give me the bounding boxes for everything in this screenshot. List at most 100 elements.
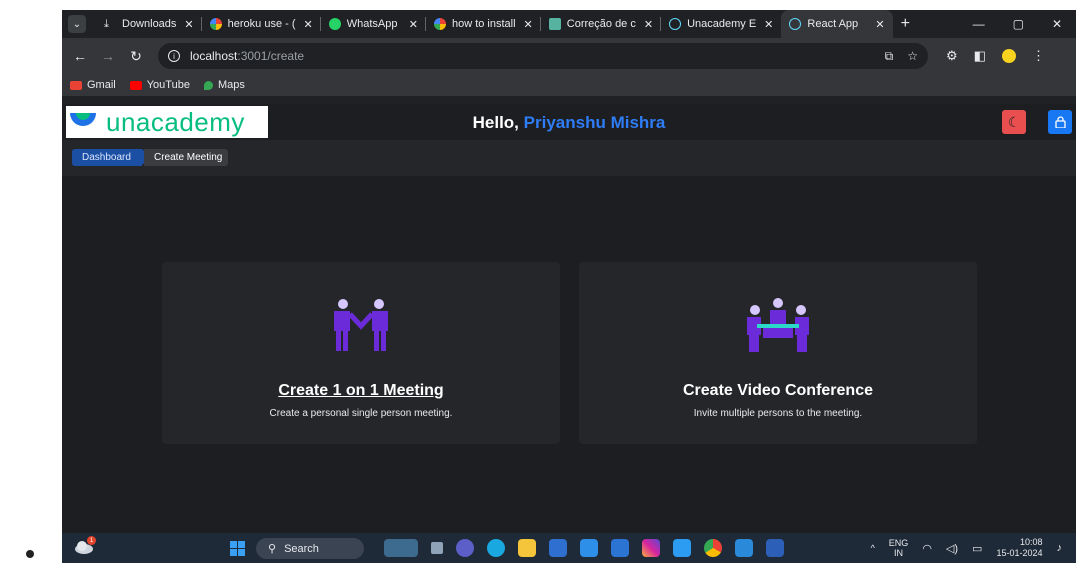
teams-meet-icon[interactable] bbox=[456, 539, 474, 557]
bookmark-gmail[interactable]: Gmail bbox=[70, 79, 116, 91]
tab-label: React App bbox=[807, 18, 859, 30]
bookmark-label: YouTube bbox=[146, 79, 190, 91]
window-controls: — ▢ ✕ bbox=[973, 17, 1076, 31]
screenshot-frame: ⌄ ⤓ Downloads ✕ heroku use - ( ✕ WhatsAp… bbox=[62, 0, 1076, 563]
install-app-icon[interactable]: ⧉ bbox=[885, 49, 894, 64]
language-indicator[interactable]: ENG IN bbox=[889, 538, 909, 558]
menu-kebab-icon[interactable]: ⋮ bbox=[1032, 48, 1045, 64]
left-background bbox=[0, 0, 62, 563]
instagram-icon[interactable] bbox=[642, 539, 660, 557]
bookmarks-bar: Gmail YouTube Maps bbox=[62, 74, 1076, 96]
tab-label: Downloads bbox=[122, 18, 177, 30]
tab-label: WhatsApp bbox=[346, 18, 398, 30]
cropped-top-area bbox=[62, 0, 1076, 10]
create-one-on-one-card[interactable]: Create 1 on 1 Meeting Create a personal … bbox=[162, 262, 560, 444]
notifications-bell-icon[interactable]: ♪ bbox=[1057, 542, 1063, 554]
url-host: localhost bbox=[190, 49, 238, 63]
mail-app-icon[interactable] bbox=[580, 539, 598, 557]
language-code: ENG bbox=[888, 538, 909, 548]
browser-tab-strip: ⌄ ⤓ Downloads ✕ heroku use - ( ✕ WhatsAp… bbox=[62, 10, 1076, 38]
site-info-icon[interactable]: i bbox=[168, 50, 180, 62]
tab-how-to-install[interactable]: how to install ✕ bbox=[426, 10, 541, 38]
theme-toggle-button[interactable]: ☾ bbox=[1002, 110, 1026, 134]
card-title[interactable]: Create Video Conference bbox=[579, 382, 977, 400]
tab-label: how to install bbox=[451, 18, 516, 30]
close-icon[interactable]: ✕ bbox=[184, 18, 193, 31]
close-icon[interactable]: ✕ bbox=[524, 18, 533, 31]
windows-taskbar: 1 ⚲ Search ^ ENG IN ◠ ◁) ▭ 10:08 15-01-2… bbox=[62, 533, 1076, 563]
task-view-icon[interactable] bbox=[431, 542, 443, 554]
tab-downloads[interactable]: ⤓ Downloads ✕ bbox=[96, 10, 202, 38]
widgets-icon[interactable] bbox=[384, 539, 418, 557]
tab-label: Correção de c bbox=[566, 18, 636, 30]
reload-icon[interactable]: ↻ bbox=[122, 48, 150, 65]
extensions-icon[interactable]: ⚙ bbox=[946, 48, 958, 64]
tab-heroku[interactable]: heroku use - ( ✕ bbox=[202, 10, 321, 38]
tab-search-icon[interactable]: ⌄ bbox=[68, 15, 86, 33]
close-window-icon[interactable]: ✕ bbox=[1052, 17, 1062, 31]
tab-label: Unacademy E bbox=[687, 18, 757, 30]
user-name: Priyanshu Mishra bbox=[523, 113, 666, 132]
address-bar[interactable]: i localhost:3001/create ⧉ ☆ bbox=[158, 43, 928, 69]
taskbar-search[interactable]: ⚲ Search bbox=[256, 538, 364, 559]
whatsapp-icon bbox=[328, 18, 341, 30]
url-path: :3001/create bbox=[237, 49, 305, 63]
search-placeholder: Search bbox=[284, 542, 319, 555]
gmail-icon bbox=[70, 80, 82, 90]
main-content: Create 1 on 1 Meeting Create a personal … bbox=[62, 176, 1076, 533]
messaging-icon[interactable] bbox=[673, 539, 691, 557]
browser-toolbar: ← → ↻ i localhost:3001/create ⧉ ☆ ⚙ ◧ ⋮ bbox=[62, 38, 1076, 74]
restore-icon[interactable]: ▢ bbox=[1013, 17, 1024, 31]
google-icon bbox=[433, 18, 446, 30]
tab-unacademy[interactable]: Unacademy E ✕ bbox=[661, 10, 781, 38]
weather-widget[interactable]: 1 bbox=[74, 536, 96, 556]
chrome-icon[interactable] bbox=[704, 539, 722, 557]
word-icon[interactable] bbox=[766, 539, 784, 557]
close-icon[interactable]: ✕ bbox=[764, 18, 773, 31]
search-icon: ⚲ bbox=[268, 543, 277, 555]
time: 10:08 bbox=[1019, 537, 1043, 547]
breadcrumb-label: Dashboard bbox=[82, 152, 131, 163]
card-title[interactable]: Create 1 on 1 Meeting bbox=[162, 382, 560, 400]
video-conference-icon bbox=[747, 298, 809, 352]
minimize-icon[interactable]: — bbox=[973, 17, 985, 31]
region-code: IN bbox=[894, 548, 904, 558]
close-icon[interactable]: ✕ bbox=[875, 18, 884, 31]
profile-avatar[interactable] bbox=[1001, 49, 1016, 63]
bookmark-star-icon[interactable]: ☆ bbox=[907, 49, 918, 64]
tab-react-app[interactable]: React App ✕ bbox=[781, 10, 893, 38]
create-video-conference-card[interactable]: Create Video Conference Invite multiple … bbox=[579, 262, 977, 444]
lock-icon bbox=[1054, 116, 1066, 128]
forward-icon[interactable]: → bbox=[94, 48, 122, 64]
close-icon[interactable]: ✕ bbox=[644, 18, 653, 31]
close-icon[interactable]: ✕ bbox=[409, 18, 418, 31]
vscode-icon[interactable] bbox=[735, 539, 753, 557]
bookmark-label: Maps bbox=[217, 79, 245, 91]
bookmark-maps[interactable]: Maps bbox=[203, 79, 245, 91]
battery-icon[interactable]: ▭ bbox=[972, 542, 982, 555]
file-explorer-icon[interactable] bbox=[518, 539, 536, 557]
close-icon[interactable]: ✕ bbox=[304, 18, 313, 31]
side-panel-icon[interactable]: ◧ bbox=[974, 48, 986, 64]
windows-start-icon[interactable] bbox=[230, 541, 245, 556]
back-icon[interactable]: ← bbox=[66, 48, 94, 64]
volume-icon[interactable]: ◁) bbox=[946, 542, 958, 555]
wifi-icon[interactable]: ◠ bbox=[922, 542, 932, 555]
mdx-app-icon[interactable] bbox=[549, 539, 567, 557]
tab-whatsapp[interactable]: WhatsApp ✕ bbox=[321, 10, 426, 38]
new-tab-button[interactable]: + bbox=[901, 15, 910, 33]
clock[interactable]: 10:08 15-01-2024 bbox=[996, 537, 1042, 559]
bullet-dot bbox=[26, 550, 34, 558]
bookmark-youtube[interactable]: YouTube bbox=[129, 79, 190, 91]
breadcrumb-dashboard[interactable]: Dashboard bbox=[72, 149, 150, 166]
page-icon bbox=[548, 18, 561, 30]
notification-badge: 1 bbox=[87, 536, 96, 545]
logout-button[interactable] bbox=[1048, 110, 1072, 134]
edge-icon[interactable] bbox=[487, 539, 505, 557]
store-icon[interactable] bbox=[611, 539, 629, 557]
breadcrumb-label: Create Meeting bbox=[154, 152, 223, 163]
tab-correcao[interactable]: Correção de c ✕ bbox=[541, 10, 662, 38]
chevron-up-icon[interactable]: ^ bbox=[871, 543, 875, 553]
youtube-icon bbox=[129, 80, 142, 90]
bookmark-label: Gmail bbox=[87, 79, 116, 91]
